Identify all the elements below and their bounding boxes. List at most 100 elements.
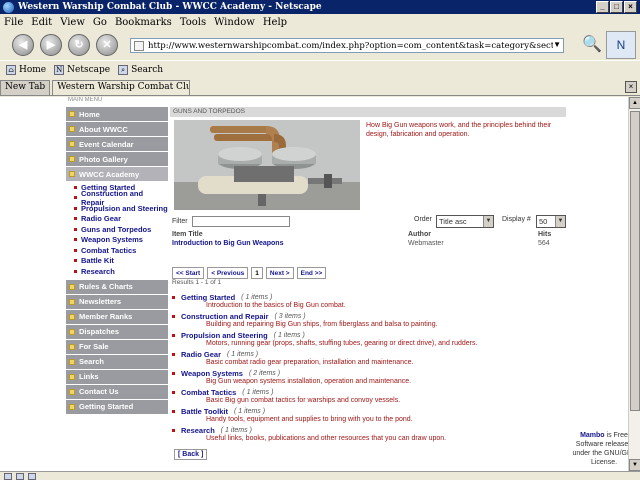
submenu-propulsion[interactable]: Propulsion and Steering — [66, 203, 168, 214]
toolbar-home[interactable]: ⌂ Home — [6, 64, 47, 75]
new-tab-button[interactable]: New Tab — [0, 80, 51, 95]
category-count: ( 1 items ) — [220, 427, 252, 434]
menu-help[interactable]: Help — [263, 17, 287, 28]
mambo-link[interactable]: Mambo — [580, 432, 605, 439]
scroll-up-icon[interactable]: ▲ — [629, 97, 640, 109]
submenu-combat-tactics[interactable]: Combat Tactics — [66, 245, 168, 256]
mail-icon[interactable] — [16, 472, 24, 480]
vertical-scrollbar[interactable]: ▲ ▼ — [628, 97, 640, 471]
active-tab[interactable]: Western Warship Combat Club - W... — [52, 80, 191, 95]
menu-item-newsletters[interactable]: Newsletters — [66, 294, 168, 309]
menu-item-photo-gallery[interactable]: Photo Gallery — [66, 152, 168, 166]
menu-item-about[interactable]: About WWCC — [66, 122, 168, 136]
menu-item-home[interactable]: Home — [66, 107, 168, 121]
category-link[interactable]: Weapon Systems — [181, 369, 243, 378]
menu-item-contact-us[interactable]: Contact Us — [66, 384, 168, 399]
search-go-icon[interactable]: 🔍 — [582, 34, 604, 56]
menu-item-for-sale[interactable]: For Sale — [66, 339, 168, 354]
forward-arrow-icon[interactable]: ▶ — [40, 34, 62, 56]
window-controls: _ □ × — [596, 1, 637, 13]
display-count-select[interactable]: 50 ▼ — [536, 215, 566, 228]
menu-item-label: About WWCC — [79, 124, 128, 134]
header-hits[interactable]: Hits — [538, 231, 551, 238]
submenu-label: Radio Gear — [81, 214, 122, 224]
menu-window[interactable]: Window — [214, 17, 255, 28]
bullet-icon — [74, 196, 77, 200]
home-icon: ⌂ — [6, 64, 16, 75]
close-window-button[interactable]: × — [624, 1, 637, 13]
bullet-icon — [69, 328, 75, 335]
submenu-weapon-systems[interactable]: Weapon Systems — [66, 235, 168, 246]
menu-bookmarks[interactable]: Bookmarks — [115, 17, 172, 28]
toolbar-netscape[interactable]: N Netscape — [54, 64, 110, 75]
menu-item-rules-charts[interactable]: Rules & Charts — [66, 279, 168, 294]
pager-next-button[interactable]: Next > — [265, 267, 294, 279]
category-link[interactable]: Getting Started — [181, 293, 235, 302]
category-link[interactable]: Radio Gear — [181, 350, 221, 359]
submenu-label: Research — [81, 266, 115, 276]
bullet-icon — [74, 217, 77, 221]
menu-view[interactable]: View — [60, 17, 85, 28]
toolbar-search[interactable]: ⌕ Search — [118, 64, 163, 75]
stop-icon[interactable]: ✕ — [96, 34, 118, 56]
menu-file[interactable]: File — [4, 17, 23, 28]
chevron-down-icon[interactable]: ▼ — [555, 216, 565, 227]
netscape-throbber-icon[interactable]: N — [606, 31, 636, 59]
category-link[interactable]: Combat Tactics — [181, 388, 236, 397]
composer-icon[interactable] — [28, 472, 36, 480]
menu-item-search[interactable]: Search — [66, 354, 168, 369]
menu-item-academy[interactable]: WWCC Academy — [66, 167, 168, 181]
minimize-button[interactable]: _ — [596, 1, 609, 13]
filter-input[interactable] — [191, 215, 290, 227]
menu-item-getting-started[interactable]: Getting Started — [66, 399, 168, 414]
bullet-icon — [69, 111, 75, 117]
chevron-down-icon[interactable]: ▼ — [483, 216, 493, 227]
order-select[interactable]: Title asc ▼ — [436, 215, 494, 228]
menu-edit[interactable]: Edit — [31, 17, 52, 28]
category-link[interactable]: Construction and Repair — [181, 312, 269, 321]
page-viewport: MAIN MENU Home About WWCC Event Calendar… — [0, 97, 640, 471]
submenu-guns-torpedos[interactable]: Guns and Torpedos — [66, 224, 168, 235]
category-desc: Basic combat radio gear preparation, ins… — [206, 359, 414, 366]
search-icon: ⌕ — [118, 64, 129, 75]
menu-go[interactable]: Go — [93, 17, 107, 28]
address-bar[interactable]: http://www.westernwarshipcombat.com/inde… — [130, 38, 564, 53]
toolbar-home-label: Home — [19, 64, 47, 75]
bullet-icon — [74, 238, 77, 242]
url-text[interactable]: http://www.westernwarshipcombat.com/inde… — [148, 41, 553, 51]
window-title-bar[interactable]: Western Warship Combat Club - WWCC Acade… — [0, 0, 640, 14]
submenu-research[interactable]: Research — [66, 266, 168, 277]
menu-item-member-ranks[interactable]: Member Ranks — [66, 309, 168, 324]
pager-previous-button[interactable]: < Previous — [207, 267, 249, 279]
category-link[interactable]: Battle Toolkit — [181, 407, 228, 416]
reload-icon[interactable]: ↻ — [68, 34, 90, 56]
header-item-title[interactable]: Item Title — [172, 231, 203, 238]
back-link[interactable]: [ Back ] — [174, 449, 208, 460]
submenu-battle-kit[interactable]: Battle Kit — [66, 256, 168, 267]
article-author: Webmaster — [408, 240, 444, 247]
order-label: Order — [414, 216, 432, 223]
bullet-icon — [172, 315, 175, 318]
menu-item-event-calendar[interactable]: Event Calendar — [66, 137, 168, 151]
category-link[interactable]: Research — [181, 426, 215, 435]
scroll-down-icon[interactable]: ▼ — [629, 459, 640, 471]
submenu-construction[interactable]: Construction and Repair — [66, 189, 168, 207]
bullet-icon — [69, 388, 75, 395]
header-author[interactable]: Author — [408, 231, 431, 238]
bullet-icon — [172, 334, 175, 337]
pager-start-button[interactable]: << Start — [172, 267, 205, 279]
article-link[interactable]: Introduction to Big Gun Weapons — [172, 240, 283, 247]
url-dropdown-icon[interactable]: ▼ — [553, 40, 561, 49]
close-tab-icon[interactable]: × — [625, 81, 637, 93]
submenu-radio-gear[interactable]: Radio Gear — [66, 214, 168, 225]
menu-tools[interactable]: Tools — [180, 17, 206, 28]
maximize-button[interactable]: □ — [610, 1, 623, 13]
menu-item-links[interactable]: Links — [66, 369, 168, 384]
category-link[interactable]: Propulsion and Steering — [181, 331, 268, 340]
pager-end-button[interactable]: End >> — [296, 267, 327, 279]
scrollbar-thumb[interactable] — [630, 111, 640, 411]
pager-current-page: 1 — [251, 267, 263, 279]
back-arrow-icon[interactable]: ◀ — [12, 34, 34, 56]
menu-item-dispatches[interactable]: Dispatches — [66, 324, 168, 339]
menu-item-label: For Sale — [79, 342, 109, 351]
